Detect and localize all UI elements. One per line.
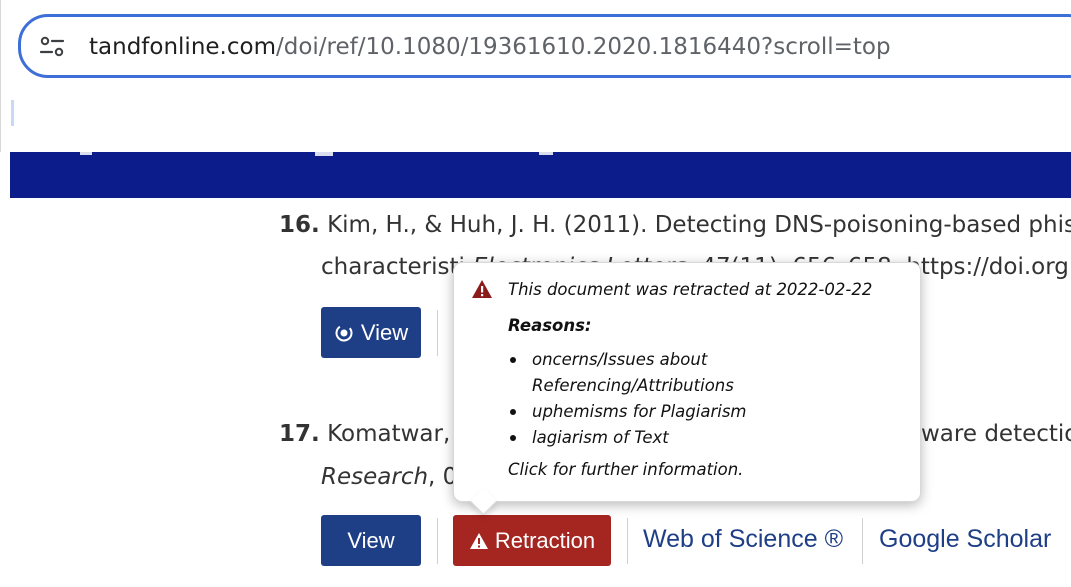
reason-item-continuation: Referencing/Attributions: [508, 373, 747, 399]
view-button-label: View: [347, 527, 395, 553]
reason-item: uphemisms for Plagiarism: [508, 399, 747, 425]
reference-text: characteristi: [321, 254, 465, 280]
journal-name: Research: [321, 464, 429, 490]
tune-icon[interactable]: [39, 36, 65, 58]
chrome-marker: [11, 100, 14, 126]
reference-number: 16.: [279, 212, 320, 238]
reason-item: oncerns/Issues about: [508, 347, 747, 373]
reference-16-line1: 16. Kim, H., & Huh, J. H. (2011). Detect…: [279, 210, 1071, 240]
doi-link[interactable]: https://doi.org: [906, 254, 1069, 280]
button-separator: [627, 518, 628, 564]
view-button[interactable]: View: [321, 307, 421, 358]
further-info-link[interactable]: Click for further information.: [508, 460, 743, 479]
reference-text: Kim, H., & Huh, J. H. (2011). Detecting …: [327, 212, 1071, 238]
warning-triangle-icon: [472, 280, 492, 298]
browser-chrome: tandfonline.com/doi/ref/10.1080/19361610…: [0, 0, 1071, 152]
google-scholar-link[interactable]: Google Scholar: [879, 525, 1051, 554]
reference-17-line1-right: ware detectio: [921, 419, 1071, 449]
warning-triangle-icon: [469, 532, 488, 549]
button-separator: [437, 310, 438, 356]
reference-number: 17.: [279, 421, 320, 447]
reference-text: Komatwar,: [327, 421, 451, 447]
url-text[interactable]: tandfonline.com/doi/ref/10.1080/19361610…: [89, 33, 891, 61]
retraction-date-text: This document was retracted at 2022-02-2…: [508, 280, 873, 299]
header-text-fragment: [539, 152, 553, 155]
reason-item: lagiarism of Text: [508, 425, 747, 451]
view-button-label: View: [360, 319, 409, 345]
button-separator: [437, 518, 438, 564]
header-text-fragment: [80, 152, 92, 155]
address-bar[interactable]: tandfonline.com/doi/ref/10.1080/19361610…: [18, 14, 1071, 78]
reference-text: ware detectio: [921, 421, 1071, 447]
reason-text: Referencing/Attributions: [532, 376, 734, 395]
retraction-button[interactable]: Retraction: [453, 515, 611, 566]
retraction-tooltip[interactable]: This document was retracted at 2022-02-2…: [453, 262, 921, 515]
page: tandfonline.com/doi/ref/10.1080/19361610…: [0, 0, 1071, 587]
tooltip-arrow: [470, 488, 497, 515]
reference-17-line1: 17. Komatwar,: [279, 419, 450, 449]
reasons-list: oncerns/Issues about Referencing/Attribu…: [508, 347, 747, 451]
header-text-fragment: [315, 152, 333, 156]
url-domain: tandfonline.com: [89, 34, 276, 60]
view-icon: [335, 324, 353, 341]
reference-17-line2: Research, 0(: [321, 462, 466, 492]
view-button[interactable]: View: [321, 515, 421, 566]
web-of-science-link[interactable]: Web of Science ®: [643, 525, 843, 554]
button-separator: [862, 518, 863, 564]
url-path: /doi/ref/10.1080/19361610.2020.1816440?s…: [275, 34, 891, 60]
reasons-heading: Reasons:: [508, 316, 592, 335]
site-header-bar: [10, 152, 1071, 198]
retraction-button-label: Retraction: [494, 527, 596, 553]
